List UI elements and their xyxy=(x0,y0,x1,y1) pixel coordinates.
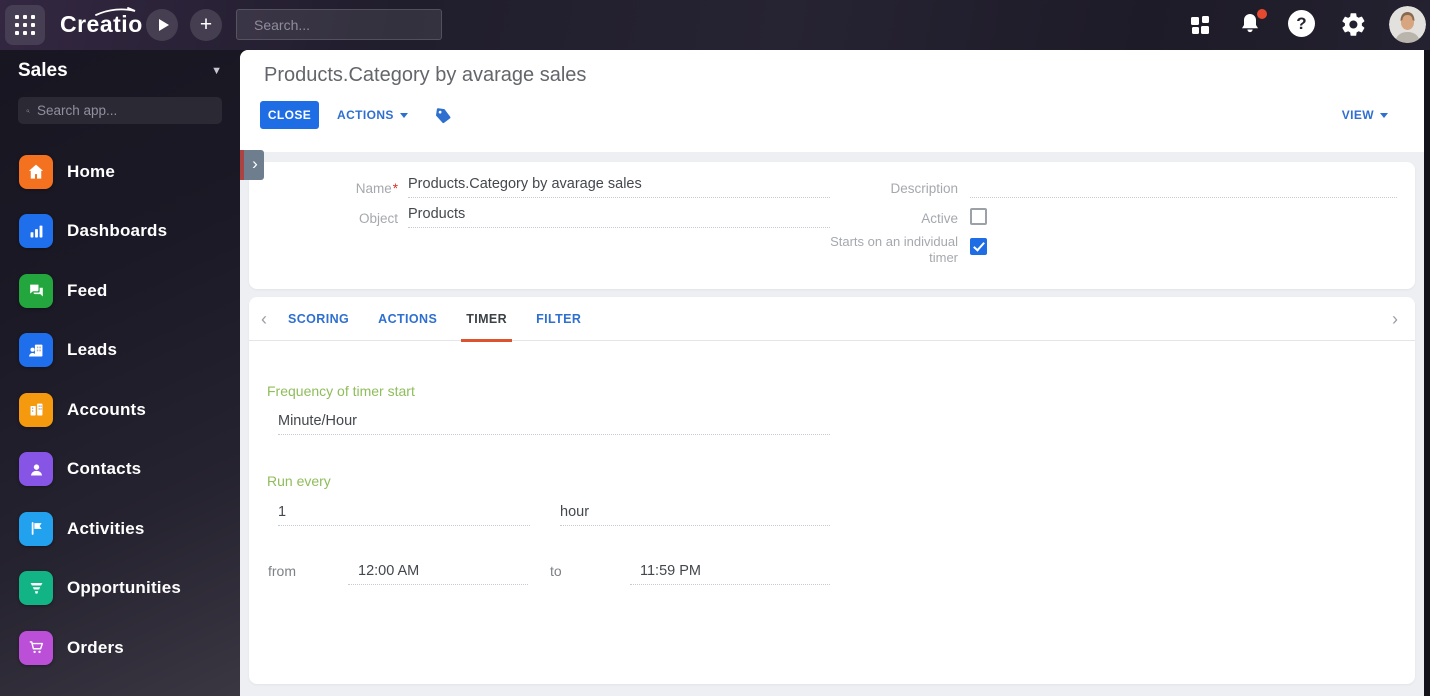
opportunities-icon xyxy=(19,571,53,606)
name-field[interactable]: Products.Category by avarage sales xyxy=(408,172,830,198)
notification-badge xyxy=(1257,9,1267,19)
workspace-title: Sales xyxy=(18,60,68,81)
tabs-scroll-right-icon[interactable]: › xyxy=(1392,297,1398,341)
sidebar-item-label: Contacts xyxy=(67,459,142,479)
to-time-field[interactable]: 11:59 PM xyxy=(630,559,830,585)
object-label: Object xyxy=(358,211,398,226)
tab-actions[interactable]: ACTIONS xyxy=(378,297,437,341)
user-avatar[interactable] xyxy=(1389,6,1426,43)
main-content: Products.Category by avarage sales CLOSE… xyxy=(240,50,1424,696)
home-icon xyxy=(19,154,53,189)
view-button[interactable]: VIEW xyxy=(1342,101,1388,129)
workspaces-button[interactable] xyxy=(1188,13,1212,37)
expand-panel-button[interactable]: › xyxy=(240,150,264,180)
tags-button[interactable] xyxy=(432,105,454,127)
from-label: from xyxy=(268,563,296,579)
right-edge xyxy=(1424,50,1430,696)
sidebar-item-label: Dashboards xyxy=(67,221,168,241)
record-summary-card: Name* Products.Category by avarage sales… xyxy=(249,162,1415,289)
global-search-input[interactable] xyxy=(254,16,435,33)
frequency-field[interactable]: Minute/Hour xyxy=(278,409,830,435)
orders-icon xyxy=(19,630,53,665)
tab-timer[interactable]: TIMER xyxy=(461,297,512,342)
grid-icon xyxy=(15,15,35,35)
from-time-field[interactable]: 12:00 AM xyxy=(348,559,528,585)
required-asterisk: * xyxy=(392,181,398,196)
run-every-unit-field[interactable]: hour xyxy=(560,500,830,526)
settings-button[interactable] xyxy=(1340,11,1365,36)
run-process-button[interactable] xyxy=(146,9,178,41)
question-icon: ? xyxy=(1296,13,1307,33)
sidebar-item-feed[interactable]: Feed xyxy=(0,261,240,321)
sidebar-item-orders[interactable]: Orders xyxy=(0,618,240,678)
tabs-bar: ‹ SCORING ACTIONS TIMER FILTER › xyxy=(249,297,1415,342)
sidebar-item-label: Orders xyxy=(67,637,124,657)
tab-scoring[interactable]: SCORING xyxy=(288,297,349,341)
play-icon xyxy=(158,19,169,31)
chevron-down-icon xyxy=(399,112,408,118)
run-every-value-field[interactable]: 1 xyxy=(278,500,530,526)
global-search xyxy=(236,9,442,40)
sidebar-item-home[interactable]: Home xyxy=(0,142,240,202)
leads-icon xyxy=(19,333,53,368)
description-label: Description xyxy=(890,181,958,196)
page-header: Products.Category by avarage sales CLOSE… xyxy=(240,50,1424,152)
sidebar-item-label: Opportunities xyxy=(67,578,182,598)
sidebar-item-activities[interactable]: Activities xyxy=(0,499,240,559)
active-label: Active xyxy=(921,211,958,226)
logo-swoosh-icon xyxy=(95,7,136,16)
sidebar-item-label: Home xyxy=(67,161,116,181)
creatio-logo: Creatio xyxy=(60,7,143,38)
notifications-button[interactable] xyxy=(1238,9,1267,39)
sidebar-nav: Home Dashboards Feed Leads Accounts Cont… xyxy=(0,142,240,678)
sidebar: Sales ▼ Home Dashboards xyxy=(0,50,240,696)
close-button[interactable]: CLOSE xyxy=(260,101,319,129)
plus-icon: + xyxy=(199,12,213,36)
workspace-caret-icon[interactable]: ▼ xyxy=(211,65,222,77)
chevron-down-icon xyxy=(1380,112,1388,118)
name-label: Name* xyxy=(355,181,398,196)
app-search xyxy=(18,97,222,124)
quick-add-button[interactable]: + xyxy=(190,9,222,41)
top-bar: Creatio + ? xyxy=(0,0,1430,50)
active-checkbox[interactable] xyxy=(970,208,987,225)
tag-icon xyxy=(435,108,451,124)
frequency-label: Frequency of timer start xyxy=(267,383,415,399)
app-search-input[interactable] xyxy=(37,103,214,118)
tab-filter[interactable]: FILTER xyxy=(536,297,581,341)
sidebar-item-label: Accounts xyxy=(67,399,147,419)
description-field[interactable] xyxy=(970,172,1397,198)
individual-timer-label: Starts on an individual timer xyxy=(830,234,958,265)
dashboards-icon xyxy=(19,214,53,249)
to-label: to xyxy=(550,563,562,579)
individual-timer-checkbox[interactable] xyxy=(970,238,987,255)
sidebar-item-label: Leads xyxy=(67,340,118,360)
feed-icon xyxy=(19,273,53,308)
app-menu-button[interactable] xyxy=(5,5,45,45)
run-every-label: Run every xyxy=(267,473,331,489)
contacts-icon xyxy=(19,452,53,487)
actions-button[interactable]: ACTIONS xyxy=(337,101,408,129)
tabs-scroll-left-icon[interactable]: ‹ xyxy=(261,297,267,341)
accounts-icon xyxy=(19,392,53,427)
sidebar-item-dashboards[interactable]: Dashboards xyxy=(0,202,240,262)
workspaces-icon xyxy=(1191,16,1209,34)
sidebar-item-leads[interactable]: Leads xyxy=(0,321,240,381)
sidebar-item-opportunities[interactable]: Opportunities xyxy=(0,559,240,619)
sidebar-item-contacts[interactable]: Contacts xyxy=(0,440,240,500)
activities-icon xyxy=(19,511,53,546)
sidebar-item-accounts[interactable]: Accounts xyxy=(0,380,240,440)
gear-icon xyxy=(1342,13,1365,36)
page-title: Products.Category by avarage sales xyxy=(264,64,587,86)
sidebar-item-label: Feed xyxy=(67,280,108,300)
help-button[interactable]: ? xyxy=(1288,10,1315,37)
object-field[interactable]: Products xyxy=(408,202,830,228)
sidebar-item-label: Activities xyxy=(67,518,145,538)
search-icon xyxy=(26,109,30,113)
detail-tabs-card: ‹ SCORING ACTIONS TIMER FILTER › Frequen… xyxy=(249,297,1415,684)
